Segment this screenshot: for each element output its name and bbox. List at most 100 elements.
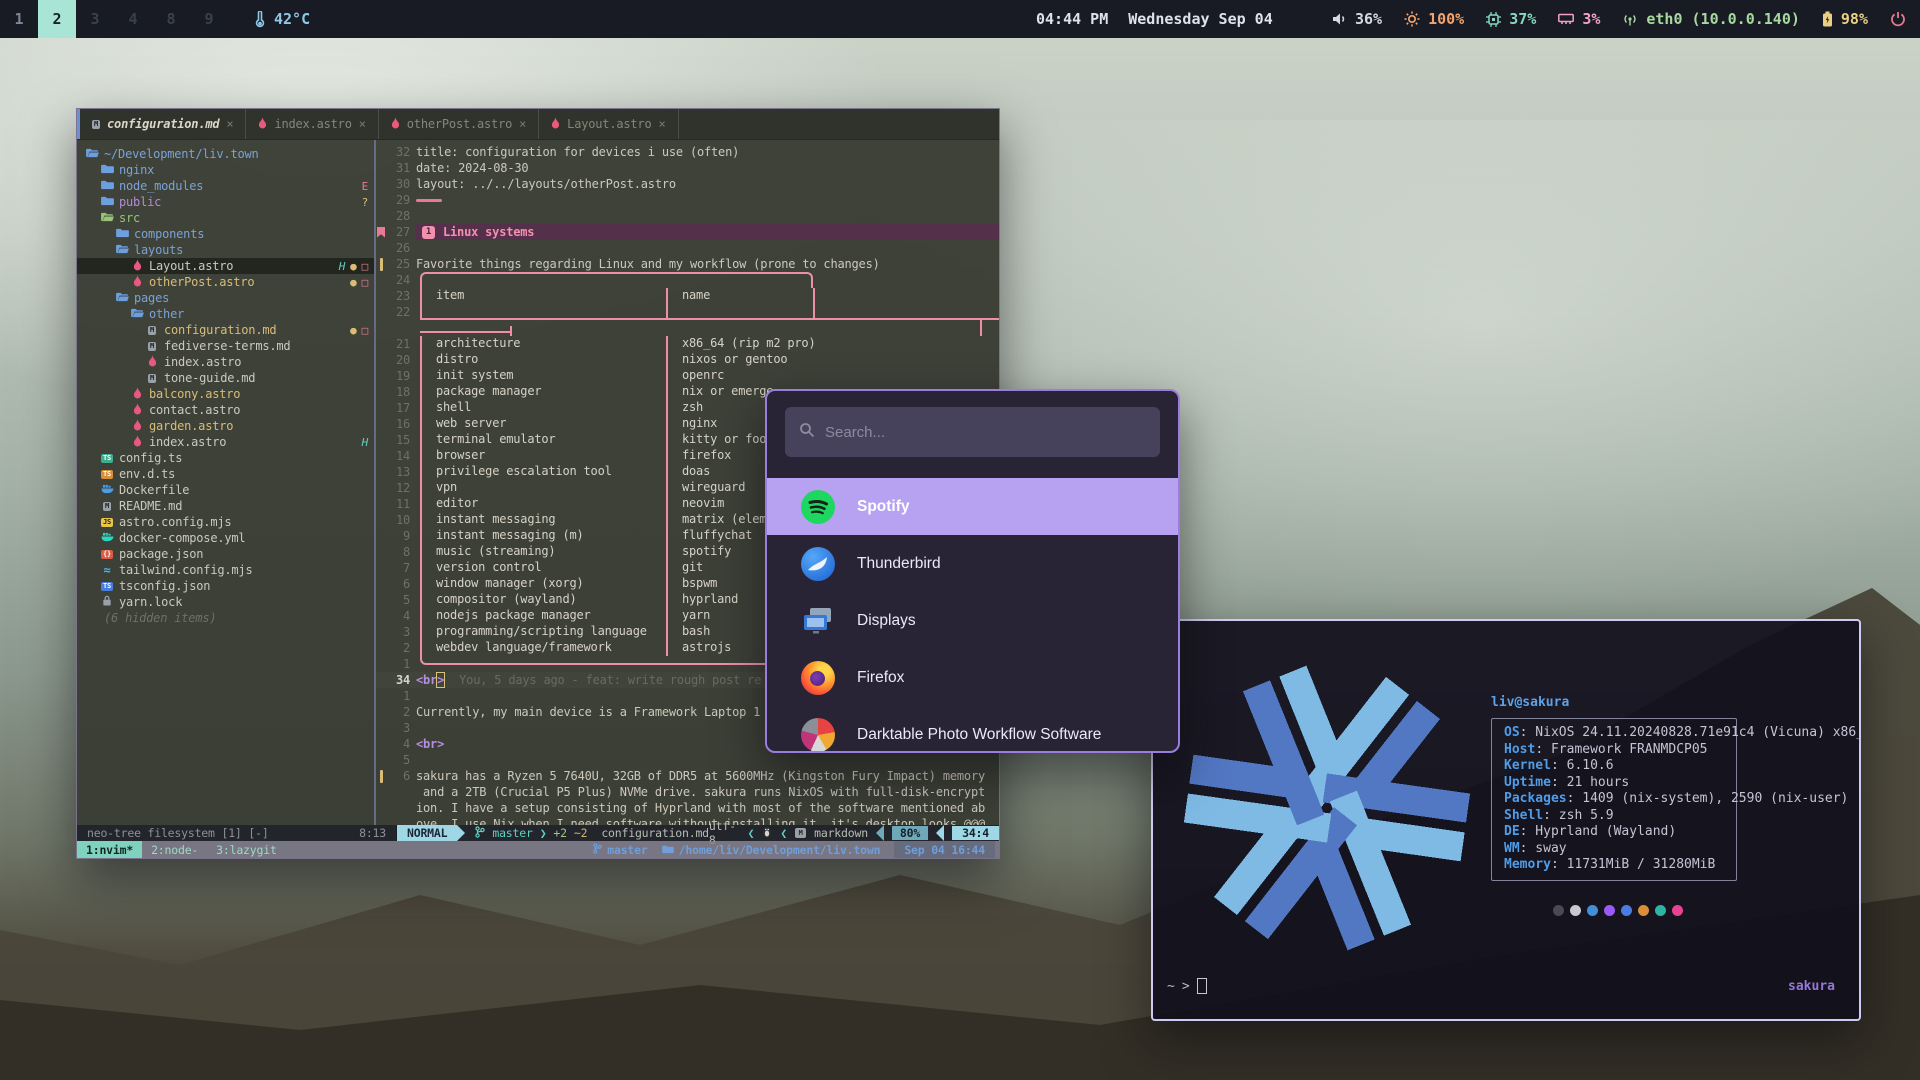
sidebar-item-layouts[interactable]: layouts xyxy=(77,242,374,258)
sidebar-item-node-modules[interactable]: node_modulesE xyxy=(77,178,374,194)
sidebar-item-index.astro[interactable]: index.astroH xyxy=(77,434,374,450)
workspace-8[interactable]: 8 xyxy=(152,0,190,38)
launcher-item-displays[interactable]: Displays xyxy=(767,592,1178,649)
git-status-markers: ●□ xyxy=(350,324,368,337)
sidebar-item-nginx[interactable]: nginx xyxy=(77,162,374,178)
workspace-9[interactable]: 9 xyxy=(190,0,228,38)
sidebar-item-package.json[interactable]: {}package.json xyxy=(77,546,374,562)
sidebar-item-readme.md[interactable]: MREADME.md xyxy=(77,498,374,514)
battery-module[interactable]: 98% xyxy=(1822,10,1868,28)
code-text: and a 2TB (Crucial P5 Plus) NVMe drive. … xyxy=(416,785,985,799)
brightness-module[interactable]: 100% xyxy=(1404,10,1464,28)
sidebar-item-env.d.ts[interactable]: TSenv.d.ts xyxy=(77,466,374,482)
file-name: balcony.astro xyxy=(149,387,240,401)
table-cell-name: x86_64 (rip m2 pro) xyxy=(666,336,999,352)
workspace-3[interactable]: 3 xyxy=(76,0,114,38)
sidebar-item-tsconfig.json[interactable]: TStsconfig.json xyxy=(77,578,374,594)
git-status-markers: ●□ xyxy=(350,276,368,289)
darktable-icon xyxy=(801,718,835,752)
clock-time: 04:44 PM xyxy=(1036,10,1108,28)
sidebar-item-docker-compose.yml[interactable]: docker-compose.yml xyxy=(77,530,374,546)
launcher-item-spotify[interactable]: Spotify xyxy=(767,478,1178,535)
workspace-1[interactable]: 1 xyxy=(0,0,38,38)
sidebar-item-yarn.lock[interactable]: yarn.lock xyxy=(77,594,374,610)
fetch-line-packages: Packages: 1409 (nix-system), 2590 (nix-u… xyxy=(1504,791,1736,808)
file-name: index.astro xyxy=(149,435,226,449)
memory-module[interactable]: 3% xyxy=(1558,10,1600,28)
palette-dot xyxy=(1570,905,1581,916)
search-placeholder: Search... xyxy=(825,424,885,441)
editor-line: 25Favorite things regarding Linux and my… xyxy=(376,256,999,272)
sidebar-item-public[interactable]: public? xyxy=(77,194,374,210)
sidebar-item-dockerfile[interactable]: Dockerfile xyxy=(77,482,374,498)
volume-module[interactable]: 36% xyxy=(1332,10,1382,28)
close-icon[interactable]: × xyxy=(658,117,665,131)
sidebar-item-otherpost.astro[interactable]: otherPost.astro●□ xyxy=(77,274,374,290)
sidebar-item--development-liv.town[interactable]: ~/Development/liv.town xyxy=(77,146,374,162)
editor-line: 28 xyxy=(376,208,999,224)
sidebar-item-contact.astro[interactable]: contact.astro xyxy=(77,402,374,418)
sidebar-item--6-hidden-items-[interactable]: (6 hidden items) xyxy=(77,610,374,626)
clock[interactable]: 04:44 PM Wednesday Sep 04 xyxy=(1036,10,1273,28)
code-text: ove. I use Nix when I need software with… xyxy=(416,817,985,825)
tmux-window-3lazygit[interactable]: 3:lazygit xyxy=(207,841,286,858)
table-cell-item: browser xyxy=(420,448,666,464)
tab-configuration.md[interactable]: Mconfiguration.md× xyxy=(80,109,246,139)
terminal-cursor xyxy=(1197,978,1207,994)
launcher-item-darktable[interactable]: Darktable Photo Workflow Software xyxy=(767,706,1178,753)
fetch-info-box: OS: NixOS 24.11.20240828.71e91c4 (Vicuna… xyxy=(1491,718,1737,881)
file-name: Dockerfile xyxy=(119,483,189,497)
displays-icon xyxy=(801,604,835,638)
git-status-markers: H●□ xyxy=(339,260,368,273)
git-blame-text: You, 5 days ago - feat: write rough post… xyxy=(445,673,761,687)
prompt-path: ~ xyxy=(1167,979,1175,994)
file-name: fediverse-terms.md xyxy=(164,339,290,353)
sidebar-item-other[interactable]: other xyxy=(77,306,374,322)
shell-prompt[interactable]: ~ > xyxy=(1167,978,1207,994)
tmux-window-2node[interactable]: 2:node- xyxy=(142,841,207,858)
typescript-icon: TS xyxy=(101,454,113,463)
frontmatter-delimiter xyxy=(416,199,442,202)
astro-icon xyxy=(258,117,267,132)
workspace-4[interactable]: 4 xyxy=(114,0,152,38)
file-name: tsconfig.json xyxy=(119,579,210,593)
sidebar-item-balcony.astro[interactable]: balcony.astro xyxy=(77,386,374,402)
sidebar-item-pages[interactable]: pages xyxy=(77,290,374,306)
launcher-item-thunderbird[interactable]: Thunderbird xyxy=(767,535,1178,592)
launcher-item-firefox[interactable]: Firefox xyxy=(767,649,1178,706)
astro-icon xyxy=(133,387,142,402)
close-icon[interactable]: × xyxy=(226,117,233,131)
table-cell-item: window manager (xorg) xyxy=(420,576,666,592)
close-icon[interactable]: × xyxy=(359,117,366,131)
workspace-2[interactable]: 2 xyxy=(38,0,76,38)
file-name: tone-guide.md xyxy=(164,371,255,385)
sidebar-item-garden.astro[interactable]: garden.astro xyxy=(77,418,374,434)
tab-otherPost.astro[interactable]: otherPost.astro× xyxy=(379,109,539,139)
table-header-cell: item xyxy=(420,288,666,304)
sidebar-item-tailwind.config.mjs[interactable]: ≈tailwind.config.mjs xyxy=(77,562,374,578)
tmux-window-1nvim[interactable]: 1:nvim* xyxy=(77,841,142,858)
power-button[interactable] xyxy=(1890,11,1906,27)
tab-Layout.astro[interactable]: Layout.astro× xyxy=(539,109,678,139)
file-name: configuration.md xyxy=(164,323,276,337)
tab-index.astro[interactable]: index.astro× xyxy=(246,109,378,139)
network-module[interactable]: eth0 (10.0.0.140) xyxy=(1622,10,1800,28)
sidebar-item-config.ts[interactable]: TSconfig.ts xyxy=(77,450,374,466)
sidebar-item-configuration.md[interactable]: Mconfiguration.md●□ xyxy=(77,322,374,338)
temperature-module[interactable]: 42°C xyxy=(254,10,310,28)
sidebar-item-tone-guide.md[interactable]: Mtone-guide.md xyxy=(77,370,374,386)
table-cell-item: terminal emulator xyxy=(420,432,666,448)
terminal-window-fastfetch[interactable]: liv@sakura OS: NixOS 24.11.20240828.71e9… xyxy=(1151,619,1861,1021)
close-icon[interactable]: × xyxy=(519,117,526,131)
sidebar-item-fediverse-terms.md[interactable]: Mfediverse-terms.md xyxy=(77,338,374,354)
sidebar-item-index.astro[interactable]: index.astro xyxy=(77,354,374,370)
sidebar-item-astro.config.mjs[interactable]: JSastro.config.mjs xyxy=(77,514,374,530)
search-input[interactable]: Search... xyxy=(785,407,1160,457)
file-name: node_modules xyxy=(119,179,203,193)
topbar-modules: 36% 100% 37% 3% eth0 (10.0.0.140) 98% xyxy=(1332,10,1920,28)
table-cell-item: web server xyxy=(420,416,666,432)
sidebar-item-src[interactable]: src xyxy=(77,210,374,226)
sidebar-item-components[interactable]: components xyxy=(77,226,374,242)
sidebar-item-layout.astro[interactable]: Layout.astroH●□ xyxy=(77,258,374,274)
cpu-module[interactable]: 37% xyxy=(1486,10,1536,28)
